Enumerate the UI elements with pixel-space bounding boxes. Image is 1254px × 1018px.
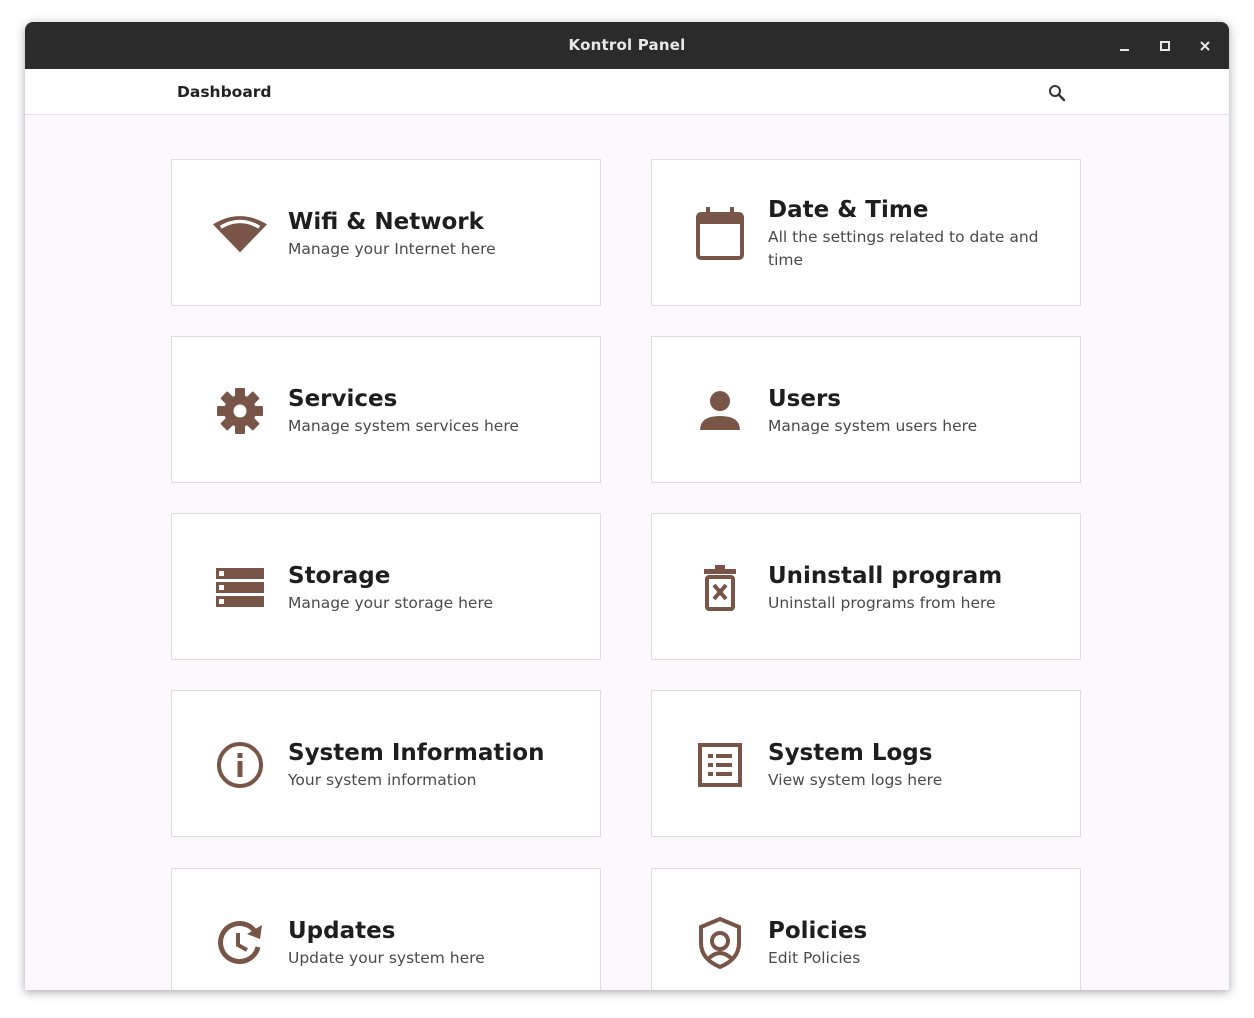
info-icon bbox=[212, 739, 268, 791]
search-button[interactable] bbox=[1045, 81, 1069, 105]
search-icon bbox=[1049, 85, 1066, 102]
card-subtitle: Manage your storage here bbox=[288, 593, 494, 612]
maximize-button[interactable] bbox=[1153, 34, 1177, 58]
card-title: Updates bbox=[288, 917, 396, 944]
card-storage[interactable]: Storage Manage your storage here bbox=[171, 513, 601, 660]
card-uninstall-program[interactable]: Uninstall program Uninstall programs fro… bbox=[651, 513, 1081, 660]
card-title: Policies bbox=[768, 917, 868, 944]
list-icon bbox=[692, 739, 748, 791]
card-title: Services bbox=[288, 385, 398, 412]
toolbar: Dashboard bbox=[25, 69, 1229, 115]
app-window: Kontrol Panel Dashboard Wifi & Network M… bbox=[25, 22, 1229, 990]
maximize-icon bbox=[1160, 41, 1170, 51]
card-title: Users bbox=[768, 385, 841, 412]
card-subtitle: Update your system here bbox=[288, 948, 485, 967]
card-subtitle: View system logs here bbox=[768, 770, 943, 789]
calendar-icon bbox=[692, 207, 748, 260]
user-icon bbox=[692, 385, 748, 437]
update-icon bbox=[212, 917, 268, 969]
breadcrumb: Dashboard bbox=[177, 83, 272, 101]
card-subtitle: Your system information bbox=[288, 770, 477, 789]
window-title: Kontrol Panel bbox=[568, 36, 686, 54]
card-subtitle: Manage system users here bbox=[768, 416, 978, 435]
card-system-information[interactable]: System Information Your system informati… bbox=[171, 690, 601, 837]
close-button[interactable] bbox=[1193, 34, 1217, 58]
card-subtitle: Manage system services here bbox=[288, 416, 519, 435]
card-services[interactable]: Services Manage system services here bbox=[171, 336, 601, 483]
card-title: Date & Time bbox=[768, 197, 929, 223]
card-updates[interactable]: Updates Update your system here bbox=[171, 868, 601, 990]
card-subtitle: Uninstall programs from here bbox=[768, 593, 996, 612]
minimize-button[interactable] bbox=[1113, 34, 1137, 58]
card-date-time[interactable]: Date & Time All the settings related to … bbox=[651, 159, 1081, 306]
shield-icon bbox=[692, 917, 748, 969]
gear-icon bbox=[212, 385, 268, 437]
close-icon bbox=[1200, 41, 1210, 51]
wifi-icon bbox=[212, 208, 268, 260]
card-title: Wifi & Network bbox=[288, 208, 484, 235]
card-system-logs[interactable]: System Logs View system logs here bbox=[651, 690, 1081, 837]
minimize-icon bbox=[1120, 49, 1129, 51]
card-title: Storage bbox=[288, 562, 391, 589]
card-policies[interactable]: Policies Edit Policies bbox=[651, 868, 1081, 990]
card-title: Uninstall program bbox=[768, 562, 1003, 589]
card-subtitle: Manage your Internet here bbox=[288, 239, 496, 258]
card-wifi-network[interactable]: Wifi & Network Manage your Internet here bbox=[171, 159, 601, 306]
title-bar[interactable]: Kontrol Panel bbox=[25, 22, 1229, 69]
card-subtitle: Edit Policies bbox=[768, 948, 861, 967]
card-users[interactable]: Users Manage system users here bbox=[651, 336, 1081, 483]
card-subtitle: All the settings related to date and tim… bbox=[768, 228, 1039, 269]
card-title: System Logs bbox=[768, 739, 933, 766]
storage-icon bbox=[212, 562, 268, 614]
card-title: System Information bbox=[288, 739, 545, 766]
trash-icon bbox=[692, 562, 748, 614]
